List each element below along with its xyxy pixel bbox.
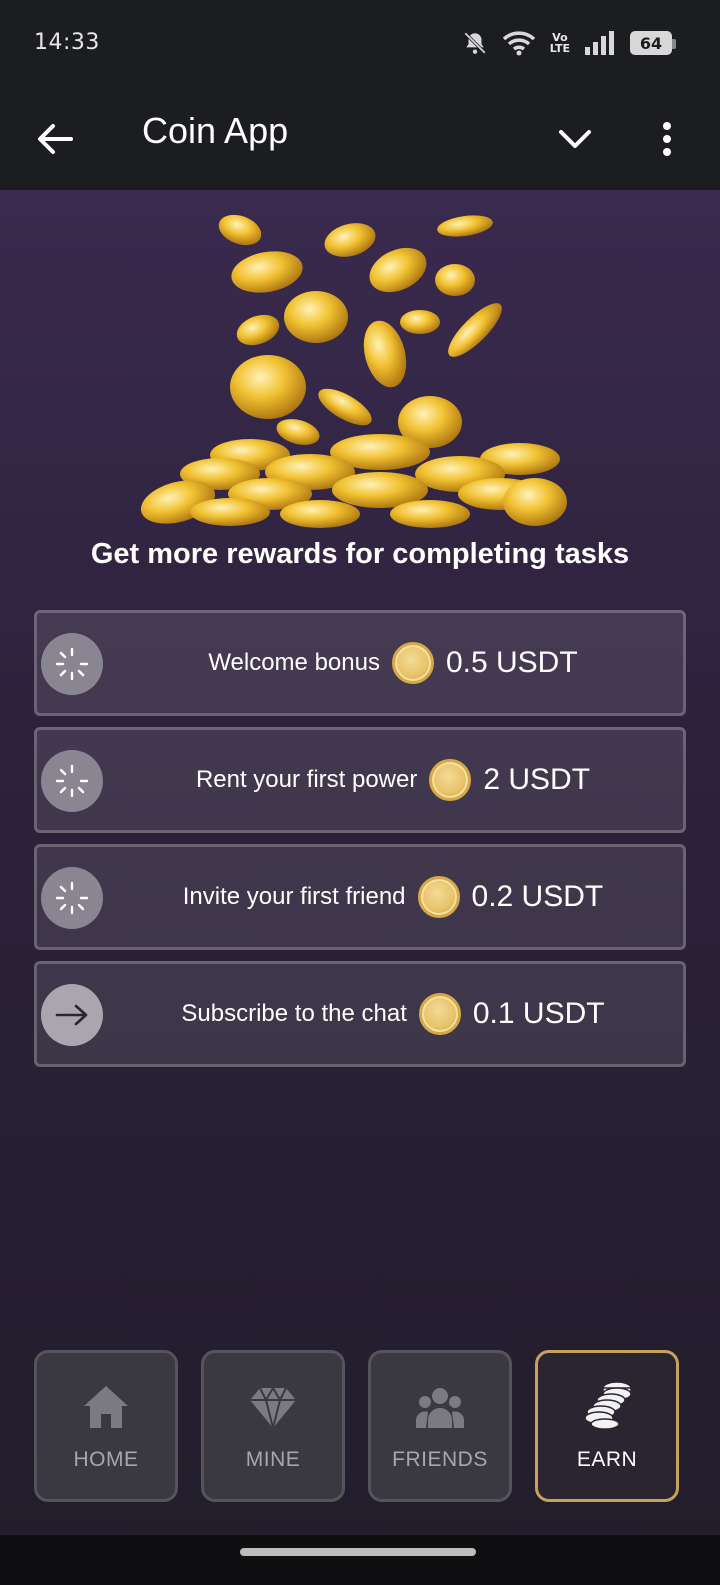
- coin-stack-icon: [581, 1380, 633, 1430]
- task-content: Subscribe to the chat 0.1 USDT: [103, 964, 683, 1064]
- back-arrow-icon: [38, 124, 73, 154]
- spinner-icon: [41, 750, 103, 812]
- task-reward: 0.1 USDT: [472, 997, 605, 1030]
- status-bar: 14:33 Vo LTE 64: [0, 0, 720, 90]
- wifi-icon: [502, 30, 536, 56]
- volte-icon: Vo LTE: [550, 32, 570, 54]
- nav-earn[interactable]: EARN: [535, 1350, 679, 1502]
- task-reward: 2 USDT: [483, 763, 591, 796]
- nav-label: MINE: [245, 1448, 301, 1471]
- spinner-icon: [41, 633, 103, 695]
- more-button[interactable]: [642, 114, 692, 164]
- earn-page: Get more rewards for completing tasks We…: [0, 190, 720, 1585]
- nav-label: FRIENDS: [392, 1448, 488, 1471]
- gold-coins-illustration: [140, 214, 567, 528]
- diamond-icon: [248, 1380, 298, 1430]
- task-card-invite-friend[interactable]: Invite your first friend 0.2 USDT: [34, 844, 686, 950]
- nav-friends[interactable]: FRIENDS: [368, 1350, 512, 1502]
- bell-off-icon: [462, 30, 488, 56]
- task-label: Invite your first friend: [182, 883, 406, 910]
- task-content: Welcome bonus 0.5 USDT: [103, 613, 683, 713]
- signal-icon: [584, 30, 616, 56]
- page-headline: Get more rewards for completing tasks: [90, 538, 630, 570]
- volte-bottom: LTE: [549, 42, 570, 55]
- home-icon: [82, 1380, 130, 1430]
- collapse-button[interactable]: [550, 114, 600, 164]
- nav-label: HOME: [73, 1448, 139, 1471]
- battery-icon: 64: [630, 31, 676, 55]
- coin-icon: [429, 759, 472, 801]
- coin-icon: [391, 642, 434, 684]
- chevron-down-icon: [559, 130, 591, 148]
- coin-icon: [417, 876, 460, 918]
- task-card-subscribe-chat[interactable]: Subscribe to the chat 0.1 USDT: [34, 961, 686, 1067]
- back-button[interactable]: [30, 114, 80, 164]
- task-reward: 0.2 USDT: [471, 880, 604, 913]
- nav-mine[interactable]: MINE: [201, 1350, 345, 1502]
- spinner-icon: [41, 867, 103, 929]
- task-label: Welcome bonus: [208, 649, 380, 676]
- coin-icon: [418, 993, 461, 1035]
- task-label: Rent your first power: [195, 766, 418, 793]
- task-card-rent-power[interactable]: Rent your first power 2 USDT: [34, 727, 686, 833]
- status-icons: Vo LTE 64: [462, 30, 676, 56]
- task-label: Subscribe to the chat: [181, 1000, 407, 1027]
- nav-label: EARN: [576, 1448, 638, 1471]
- task-reward: 0.5 USDT: [445, 646, 578, 679]
- status-time: 14:33: [34, 30, 100, 55]
- more-vert-icon: [663, 122, 671, 156]
- arrow-right-icon[interactable]: [41, 984, 103, 1046]
- gesture-handle[interactable]: [240, 1548, 476, 1556]
- people-icon: [416, 1380, 464, 1430]
- task-card-welcome-bonus[interactable]: Welcome bonus 0.5 USDT: [34, 610, 686, 716]
- task-content: Invite your first friend 0.2 USDT: [103, 847, 683, 947]
- task-content: Rent your first power 2 USDT: [103, 730, 683, 830]
- bottom-nav: HOME MINE FRIENDS EARN: [0, 1350, 720, 1510]
- nav-home[interactable]: HOME: [34, 1350, 178, 1502]
- system-navigation: [0, 1535, 720, 1585]
- app-bar: Coin App: [0, 90, 720, 190]
- app-title: Coin App: [142, 110, 289, 151]
